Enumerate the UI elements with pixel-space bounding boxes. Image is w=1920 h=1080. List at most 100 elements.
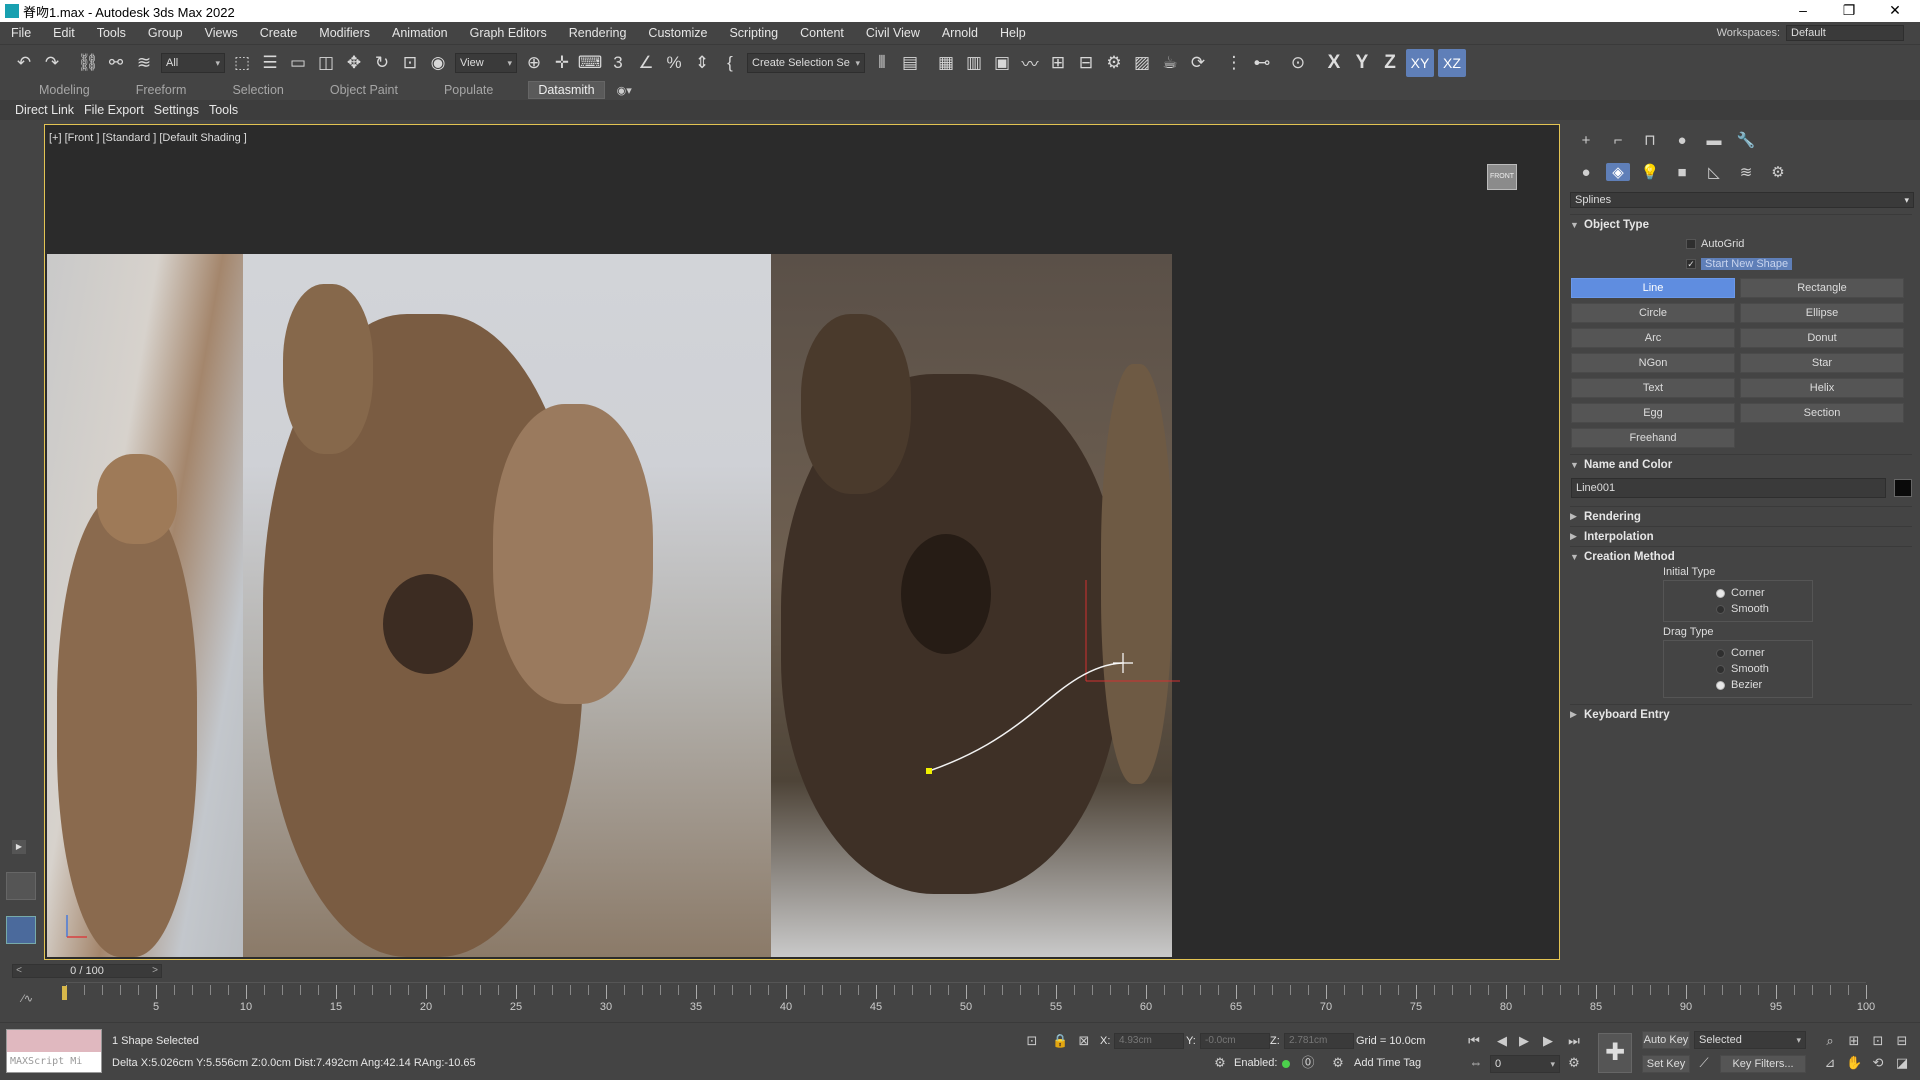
axis-z-button[interactable]: Z <box>1376 49 1404 77</box>
ellipse-button[interactable]: Ellipse <box>1740 303 1904 323</box>
menu-scripting[interactable]: Scripting <box>718 26 789 40</box>
render-iterative-icon[interactable]: ⟳ <box>1184 49 1212 77</box>
category-dropdown[interactable]: Splines <box>1570 192 1914 208</box>
cameras-icon[interactable]: ■ <box>1666 164 1698 181</box>
edit-named-selection-icon[interactable]: { <box>716 49 744 77</box>
bind-space-warp-icon[interactable]: ≋ <box>130 49 158 77</box>
rotate-icon[interactable]: ↻ <box>368 49 396 77</box>
keyboard-shortcut-icon[interactable]: ⌨ <box>576 49 604 77</box>
ribbon-toggle-icon[interactable]: ▣ <box>988 49 1016 77</box>
maxscript-listener[interactable]: MAXScript Mi <box>6 1029 102 1073</box>
rendered-frame-icon[interactable]: ▨ <box>1128 49 1156 77</box>
tab-datasmith[interactable]: Datasmith <box>528 81 605 99</box>
menu-civil-view[interactable]: Civil View <box>855 26 931 40</box>
redo-icon[interactable]: ↷ <box>38 49 66 77</box>
isolate-selection-icon[interactable]: ⊡ <box>1024 1033 1040 1049</box>
file-export-button[interactable]: File Export <box>79 103 149 117</box>
menu-modifiers[interactable]: Modifiers <box>308 26 381 40</box>
ngon-button[interactable]: NGon <box>1571 353 1735 373</box>
menu-tools[interactable]: Tools <box>86 26 137 40</box>
curve-editor-mini-icon[interactable]: ⁄∿ <box>22 992 33 1005</box>
maximize-viewport-icon[interactable]: ◪ <box>1894 1055 1910 1071</box>
rectangle-button[interactable]: Rectangle <box>1740 278 1904 298</box>
menu-file[interactable]: File <box>0 26 42 40</box>
zoom-all-icon[interactable]: ⊞ <box>1846 1033 1862 1049</box>
key-mode-toggle-icon[interactable]: ⇔ <box>1468 1055 1484 1071</box>
time-next-icon[interactable]: > <box>149 965 161 977</box>
ribbon-options-icon[interactable]: ◉▾ <box>617 84 632 97</box>
field-of-view-icon[interactable]: ⊿ <box>1822 1055 1838 1071</box>
zoom-extents-all-icon[interactable]: ⊟ <box>1894 1033 1910 1049</box>
front-viewport[interactable]: [+] [Front ] [Standard ] [Default Shadin… <box>44 124 1560 960</box>
orbit-icon[interactable]: ⟲ <box>1870 1055 1886 1071</box>
set-key-icon[interactable]: ✚ <box>1598 1033 1632 1073</box>
hierarchy-tab-icon[interactable]: ⊓ <box>1634 131 1666 149</box>
percent-snap-icon[interactable]: % <box>660 49 688 77</box>
helix-button[interactable]: Helix <box>1740 378 1904 398</box>
selection-lock-icon[interactable]: 🔒 <box>1052 1033 1068 1049</box>
undo-icon[interactable]: ↶ <box>10 49 38 77</box>
rendering-rollout[interactable]: ▶ Rendering <box>1570 506 1912 526</box>
menu-edit[interactable]: Edit <box>42 26 86 40</box>
freehand-button[interactable]: Freehand <box>1571 428 1735 448</box>
pan-icon[interactable]: ✋ <box>1846 1055 1862 1071</box>
start-new-shape-checkbox[interactable]: ✓ Start New Shape <box>1686 254 1920 274</box>
line-button[interactable]: Line <box>1571 278 1735 298</box>
axis-xy-button[interactable]: XY <box>1406 48 1434 77</box>
unlink-icon[interactable]: ⚯ <box>102 49 130 77</box>
tools-button[interactable]: Tools <box>204 103 243 117</box>
grid-icon[interactable]: ⋮ <box>1220 49 1248 77</box>
z-coordinate-field[interactable]: 2.781cm <box>1284 1033 1354 1049</box>
y-coordinate-field[interactable]: -0.0cm <box>1200 1033 1270 1049</box>
schematic-view-icon[interactable]: ⊞ <box>1044 49 1072 77</box>
zoom-icon[interactable]: ⌕ <box>1822 1033 1838 1049</box>
angle-snap-icon[interactable]: ∠ <box>632 49 660 77</box>
menu-content[interactable]: Content <box>789 26 855 40</box>
axis-xz-button[interactable]: XZ <box>1438 48 1466 77</box>
minimize-button[interactable]: – <box>1780 0 1826 22</box>
time-slider[interactable]: < 0 / 100 > <box>12 964 162 978</box>
maximize-button[interactable]: ❐ <box>1826 0 1872 22</box>
current-frame-field[interactable]: 0 <box>1490 1055 1560 1073</box>
render-setup-icon[interactable]: ⚙ <box>1100 49 1128 77</box>
object-type-rollout[interactable]: ▼ Object Type <box>1570 214 1912 234</box>
auto-key-button[interactable]: Auto Key <box>1642 1031 1690 1049</box>
interpolation-rollout[interactable]: ▶ Interpolation <box>1570 526 1912 546</box>
menu-animation[interactable]: Animation <box>381 26 459 40</box>
mirror-icon[interactable]: ⫴ <box>868 49 896 77</box>
menu-graph-editors[interactable]: Graph Editors <box>459 26 558 40</box>
creation-method-rollout[interactable]: ▼ Creation Method <box>1570 546 1912 566</box>
menu-help[interactable]: Help <box>989 26 1037 40</box>
select-by-name-icon[interactable]: ☰ <box>256 49 284 77</box>
menu-arnold[interactable]: Arnold <box>931 26 989 40</box>
spinner-snap-icon[interactable]: ⇕ <box>688 49 716 77</box>
render-icon[interactable]: ☕ <box>1156 49 1184 77</box>
time-tag-circle-icon[interactable]: ⓪ <box>1300 1055 1316 1071</box>
add-time-tag-button[interactable]: Add Time Tag <box>1354 1057 1421 1069</box>
x-coordinate-field[interactable]: 4.93cm <box>1114 1033 1184 1049</box>
arc-button[interactable]: Arc <box>1571 328 1735 348</box>
menu-group[interactable]: Group <box>137 26 194 40</box>
time-tag-icon[interactable]: ⚙ <box>1330 1055 1346 1071</box>
tab-populate[interactable]: Populate <box>421 83 516 97</box>
menu-views[interactable]: Views <box>194 26 249 40</box>
drag-smooth-radio[interactable]: Smooth <box>1716 661 1812 677</box>
timeline-ruler[interactable]: 5 10 15 20 25 30 35 40 45 50 55 60 65 70 75 80 85 90 95 100 <box>66 982 1875 1018</box>
layer-explorer-icon[interactable]: ▥ <box>960 49 988 77</box>
material-editor-icon[interactable]: ⊟ <box>1072 49 1100 77</box>
place-icon[interactable]: ◉ <box>424 49 452 77</box>
axis-x-button[interactable]: X <box>1320 49 1348 77</box>
curve-editor-icon[interactable]: 〰 <box>1016 49 1044 77</box>
circle-button[interactable]: Circle <box>1571 303 1735 323</box>
adaptive-degradation-icon[interactable]: ⚙ <box>1212 1055 1228 1071</box>
name-and-color-rollout[interactable]: ▼ Name and Color <box>1570 454 1912 474</box>
initial-corner-radio[interactable]: Corner <box>1716 585 1812 601</box>
scene-explorer-icon[interactable]: ▦ <box>932 49 960 77</box>
move-icon[interactable]: ✥ <box>340 49 368 77</box>
helpers-icon[interactable]: ◺ <box>1698 163 1730 181</box>
keyboard-entry-rollout[interactable]: ▶ Keyboard Entry <box>1570 704 1912 724</box>
viewport-layout-single-icon[interactable] <box>6 916 36 944</box>
autogrid-checkbox[interactable]: AutoGrid <box>1686 234 1920 254</box>
menu-customize[interactable]: Customize <box>637 26 718 40</box>
window-crossing-icon[interactable]: ◫ <box>312 49 340 77</box>
